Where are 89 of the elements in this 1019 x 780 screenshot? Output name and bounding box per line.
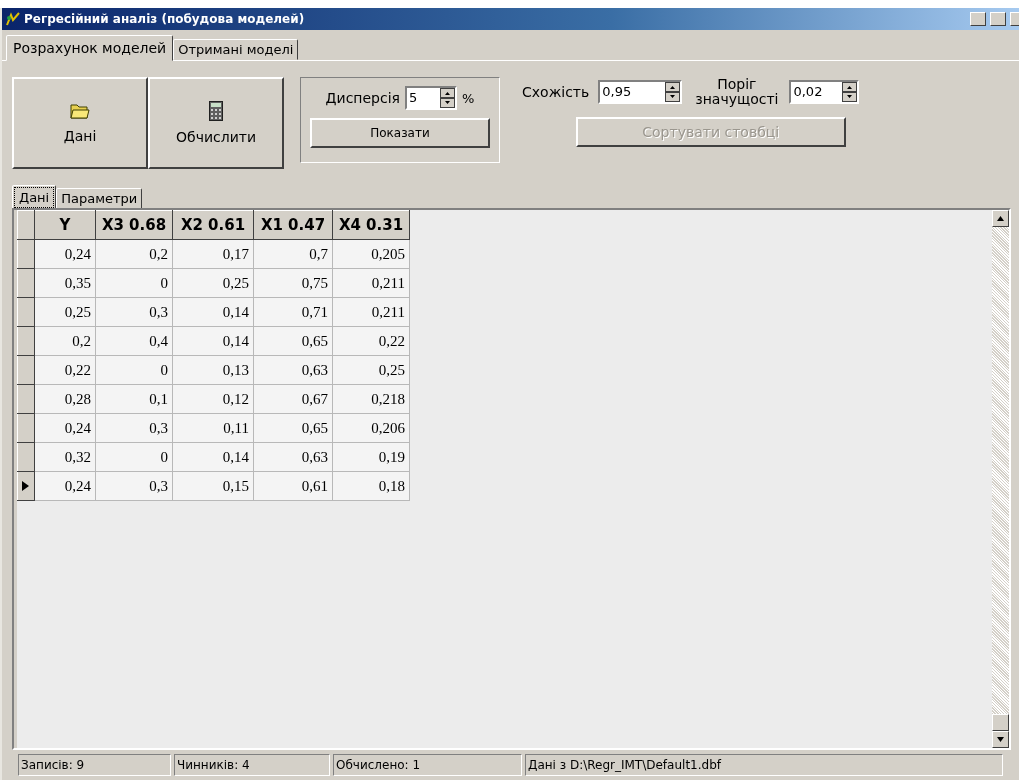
row-indicator[interactable]	[17, 384, 35, 414]
table-cell: 0,22	[332, 326, 410, 356]
table-cell: 0,7	[253, 239, 333, 269]
table-cell: 0,17	[172, 239, 254, 269]
table-cell: 0,25	[34, 297, 96, 327]
table-cell: 0,1	[95, 384, 173, 414]
tab[interactable]: Отримані моделі	[173, 39, 299, 60]
status-panel: Дані з D:\Regr_IMT\Default1.dbf	[525, 754, 1003, 776]
table-cell: 0	[95, 355, 173, 385]
table-cell: 0,3	[95, 413, 173, 443]
table-cell: 0,11	[172, 413, 254, 443]
status-panel: Чинників: 4	[174, 754, 330, 776]
table-cell: 0,14	[172, 297, 254, 327]
table-cell: 0,25	[172, 268, 254, 298]
table-cell: 0	[95, 442, 173, 472]
similarity-field[interactable]: 0,95	[598, 80, 683, 104]
percent-label: %	[462, 90, 475, 106]
table-cell: 0,24	[34, 413, 96, 443]
calculator-icon	[209, 101, 223, 121]
similarity-label: Схожість	[522, 84, 590, 100]
table-cell: 0,63	[253, 442, 333, 472]
table-cell: 0,75	[253, 268, 333, 298]
row-indicator[interactable]	[17, 355, 35, 385]
table-cell: 0,211	[332, 268, 410, 298]
table-cell: 0,67	[253, 384, 333, 414]
table-cell: 0,206	[332, 413, 410, 443]
table-cell: 0,65	[253, 326, 333, 356]
toolbar-button[interactable]: Обчислити	[148, 77, 284, 169]
threshold-label: Поріг	[717, 77, 757, 92]
row-indicator[interactable]	[17, 413, 35, 443]
table-cell: 0,211	[332, 297, 410, 327]
scroll-thumb[interactable]	[992, 714, 1009, 731]
row-indicator[interactable]	[17, 442, 35, 472]
column-header[interactable]: X3 0.68	[95, 210, 173, 240]
window-title: Регресійний аналіз (побудова моделей)	[24, 12, 306, 26]
table-cell: 0,4	[95, 326, 173, 356]
table-cell: 0,14	[172, 442, 254, 472]
table-cell: 0,15	[172, 471, 254, 501]
spin-arrows-icon[interactable]	[665, 82, 681, 102]
table-cell: 0,2	[95, 239, 173, 269]
table-cell: 0,32	[34, 442, 96, 472]
spin-arrows-icon[interactable]	[842, 82, 858, 102]
threshold-label: значущості	[695, 92, 779, 107]
table-cell: 0,13	[172, 355, 254, 385]
toolbar-button[interactable]: Дані	[12, 77, 148, 169]
table-cell: 0,25	[332, 355, 410, 385]
table-cell: 0,3	[95, 297, 173, 327]
table-cell: 0,35	[34, 268, 96, 298]
row-indicator[interactable]	[17, 239, 35, 269]
table-cell: 0	[95, 268, 173, 298]
scrollbar[interactable]	[992, 210, 1009, 748]
tab[interactable]: Параметри	[56, 188, 143, 209]
table-cell: 0,12	[172, 384, 254, 414]
table-cell: 0,24	[34, 239, 96, 269]
show-button[interactable]: Показати	[310, 118, 490, 148]
column-header[interactable]: X2 0.61	[172, 210, 254, 240]
app-icon	[6, 12, 20, 26]
spin-arrows-icon[interactable]	[440, 88, 455, 108]
status-panel: Записів: 9	[18, 754, 171, 776]
column-header[interactable]: Y	[34, 210, 96, 240]
table-cell: 0,24	[34, 471, 96, 501]
tab[interactable]: Розрахунок моделей	[6, 35, 174, 61]
table-cell: 0,205	[332, 239, 410, 269]
table-cell: 0,63	[253, 355, 333, 385]
column-header[interactable]: X1 0.47	[253, 210, 333, 240]
table-cell: 0,61	[253, 471, 333, 501]
row-indicator[interactable]	[17, 297, 35, 327]
status-panel: Обчислено: 1	[333, 754, 522, 776]
table-cell: 0,28	[34, 384, 96, 414]
scroll-up-icon[interactable]	[992, 210, 1009, 227]
table-cell: 0,14	[172, 326, 254, 356]
table-cell: 0,22	[34, 355, 96, 385]
column-header[interactable]: X4 0.31	[332, 210, 410, 240]
row-indicator[interactable]	[17, 326, 35, 356]
row-indicator[interactable]	[17, 268, 35, 298]
table-cell: 0,71	[253, 297, 333, 327]
table-cell: 0,3	[95, 471, 173, 501]
dispersion-label: Дисперсія	[325, 90, 400, 106]
tab[interactable]: Дані	[12, 185, 57, 210]
dispersion-field[interactable]: 5	[405, 86, 457, 110]
table-cell: 0,19	[332, 442, 410, 472]
scroll-down-icon[interactable]	[992, 731, 1009, 748]
row-indicator[interactable]	[17, 471, 35, 501]
threshold-field[interactable]: 0,02	[789, 80, 860, 104]
table-cell: 0,218	[332, 384, 410, 414]
table-cell: 0,2	[34, 326, 96, 356]
table-cell: 0,65	[253, 413, 333, 443]
folder-icon	[70, 102, 90, 120]
table-cell: 0,18	[332, 471, 410, 501]
